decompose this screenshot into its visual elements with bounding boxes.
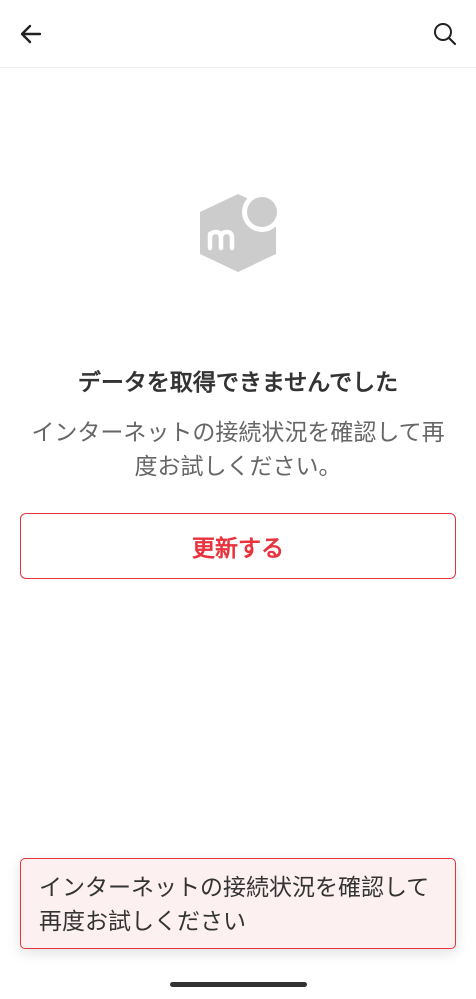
search-button[interactable] [425, 14, 465, 54]
arrow-left-icon [20, 24, 42, 44]
app-bar [0, 0, 476, 68]
error-toast: インターネットの接続状況を確認して再度お試しください [20, 858, 456, 949]
search-icon [434, 23, 457, 46]
error-message: インターネットの接続状況を確認して再度お試しください。 [31, 420, 445, 480]
refresh-button[interactable]: 更新する [20, 513, 456, 579]
mercari-cube-logo-icon [200, 192, 282, 272]
error-title: データを取得できませんでした [77, 370, 399, 396]
home-indicator[interactable] [170, 982, 307, 987]
back-button[interactable] [11, 14, 51, 54]
